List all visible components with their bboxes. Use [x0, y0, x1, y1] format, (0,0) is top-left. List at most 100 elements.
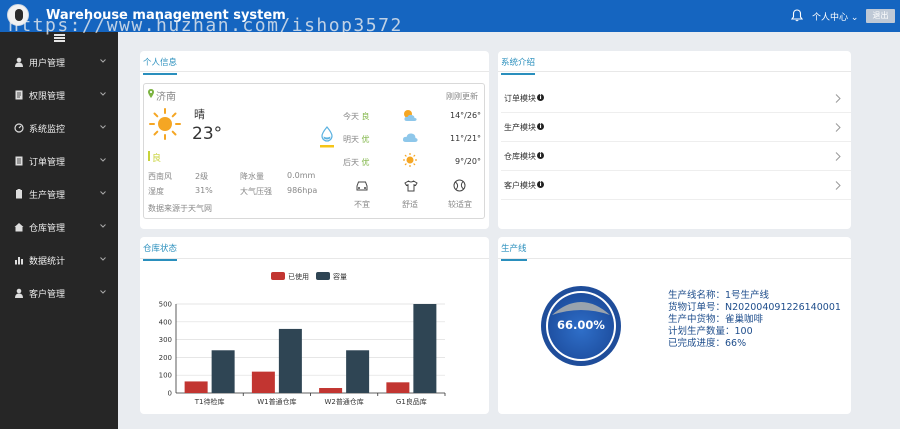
document-icon	[15, 90, 23, 100]
cloud-icon	[402, 133, 418, 142]
chevron-down-icon	[100, 92, 106, 96]
chevron-right-icon	[835, 152, 841, 161]
info-icon: i	[537, 94, 544, 101]
sidebar-item-label: 仓库管理	[29, 224, 66, 234]
chevron-right-icon	[835, 94, 841, 103]
tab-personal-info[interactable]: 个人信息	[143, 56, 178, 75]
divider	[140, 258, 489, 259]
intro-item-warehouse[interactable]: 仓库模块 i	[501, 142, 851, 171]
wind-label: 西南风	[148, 172, 172, 181]
chevron-down-icon	[100, 125, 106, 129]
forecast-day: 后天	[343, 158, 359, 167]
info-icon: i	[537, 152, 544, 159]
warehouse-chart: 已使用 容量 0 100 200 300 400 500 T1待检库 W1普通仓库 W2普通仓库 G1…	[159, 272, 446, 406]
info-icon: i	[537, 123, 544, 130]
goods-in-production: 生产中货物：雀巢咖啡	[668, 314, 764, 325]
top-header: Warehouse management system 个人中心 ⌄ 退出	[0, 0, 900, 32]
bar-chart-icon	[15, 257, 23, 265]
warehouse-icon	[14, 223, 24, 232]
sun-icon	[403, 153, 417, 167]
forecast-day: 明天	[343, 135, 359, 144]
sidebar-item-statistics[interactable]: 数据统计	[0, 249, 118, 271]
sidebar-item-warehouse[interactable]: 仓库管理	[0, 216, 118, 238]
weather-source: 数据来源于天气网	[148, 204, 212, 213]
weather-temperature: 23°	[192, 124, 223, 144]
humidity-label: 湿度	[148, 187, 164, 196]
bar-capacity	[278, 328, 302, 393]
intro-item-label: 客户模块	[504, 181, 536, 190]
forecast-after: 后天 优	[343, 157, 370, 168]
y-tick-label: 400	[159, 318, 172, 326]
weather-condition: 晴	[194, 108, 205, 121]
precip-label: 降水量	[240, 172, 264, 181]
chevron-down-icon	[100, 59, 106, 63]
divider	[498, 71, 851, 72]
sidebar-item-production[interactable]: 生产管理	[0, 183, 118, 205]
menu-toggle-icon[interactable]	[54, 34, 65, 42]
sidebar-item-label: 系统监控	[29, 125, 66, 135]
bar-used	[386, 382, 410, 393]
sun-icon	[149, 108, 181, 140]
sidebar-item-label: 用户管理	[29, 59, 66, 69]
sidebar-item-monitor[interactable]: 系统监控	[0, 117, 118, 139]
progress-text: 已完成进度：66%	[668, 338, 747, 349]
monitor-icon	[14, 123, 24, 133]
bar-capacity	[413, 304, 437, 393]
bar-used	[251, 371, 275, 393]
water-drop-icon	[320, 126, 334, 148]
pressure-value: 986hpa	[287, 186, 318, 195]
production-icon	[16, 189, 22, 199]
sidebar-item-label: 订单管理	[29, 158, 66, 168]
sidebar-item-customers[interactable]: 客户管理	[0, 282, 118, 304]
x-tick-label: T1待检库	[194, 397, 225, 406]
life-index-label: 舒适	[402, 200, 418, 209]
logout-button[interactable]: 退出	[866, 9, 895, 23]
chevron-down-icon	[100, 191, 106, 195]
car-icon	[356, 181, 368, 191]
weather-city: 济南	[156, 92, 176, 103]
sidebar-item-orders[interactable]: 订单管理	[0, 150, 118, 172]
forecast-range: 14°/26°	[450, 111, 482, 120]
legend-label: 已使用	[288, 272, 309, 281]
sidebar-item-label: 数据统计	[29, 257, 66, 267]
intro-item-production[interactable]: 生产模块 i	[501, 113, 851, 142]
forecast-range: 11°/21°	[450, 134, 482, 143]
intro-item-order[interactable]: 订单模块 i	[501, 84, 851, 113]
tab-system-intro[interactable]: 系统介绍	[501, 56, 536, 75]
production-info: 生产线名称：1号生产线 货物订单号：N202004091226140001 生产…	[668, 290, 841, 350]
sidebar: 用户管理 权限管理 系统监控 订单管理 生产管理 仓库管理 数据统计 客户管理	[0, 32, 118, 429]
sidebar-item-users[interactable]: 用户管理	[0, 51, 118, 73]
forecast-quality: 优	[361, 135, 370, 144]
chevron-down-icon	[100, 224, 106, 228]
chevron-down-icon	[100, 158, 106, 162]
chevron-right-icon	[835, 123, 841, 132]
intro-item-customer[interactable]: 客户模块 i	[501, 171, 851, 200]
bell-icon[interactable]	[791, 9, 803, 22]
chevron-down-icon: ⌄	[850, 13, 859, 23]
x-tick-label: W1普通仓库	[257, 397, 296, 406]
gauge-label: 66.00%	[557, 318, 605, 332]
intro-item-label: 生产模块	[504, 123, 536, 132]
info-icon: i	[537, 181, 544, 188]
sun-cloud-icon	[404, 110, 417, 121]
sidebar-item-label: 生产管理	[29, 191, 66, 201]
sidebar-item-label: 客户管理	[29, 290, 66, 300]
planned-quantity: 计划生产数量：100	[668, 326, 753, 337]
chevron-right-icon	[835, 181, 841, 190]
app-title: Warehouse management system	[46, 8, 286, 23]
legend-swatch	[316, 272, 330, 280]
sidebar-item-permissions[interactable]: 权限管理	[0, 84, 118, 106]
chevron-down-icon	[100, 257, 106, 261]
location-pin-icon	[148, 89, 154, 98]
forecast-quality: 良	[361, 112, 370, 121]
pressure-label: 大气压强	[240, 187, 272, 196]
chevron-down-icon	[100, 290, 106, 294]
y-tick-label: 300	[159, 336, 172, 344]
weather-updated: 刚刚更新	[446, 92, 478, 101]
avatar[interactable]	[7, 4, 29, 26]
legend-swatch	[271, 272, 285, 280]
ball-icon	[453, 179, 466, 192]
forecast-range: 9°/20°	[455, 157, 481, 166]
order-icon	[15, 156, 23, 166]
user-center-menu[interactable]: 个人中心 ⌄	[812, 10, 858, 23]
